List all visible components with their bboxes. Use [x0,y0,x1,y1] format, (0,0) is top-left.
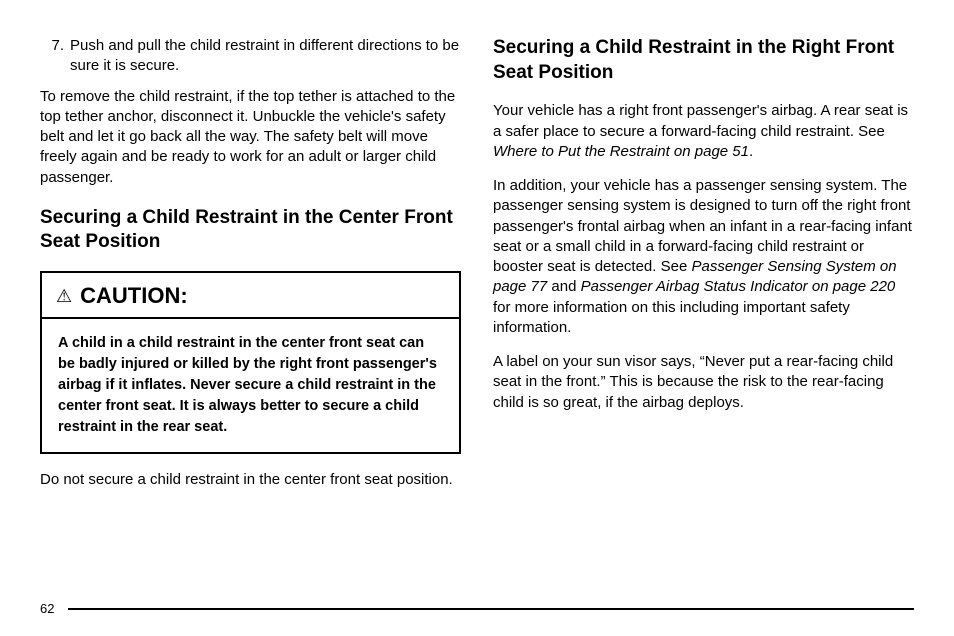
left-column: 7. Push and pull the child restraint in … [40,36,461,504]
ordered-list-item: 7. Push and pull the child restraint in … [40,36,461,77]
list-number: 7. [40,36,70,77]
caution-header: ⚠ CAUTION: [42,273,459,319]
cross-reference: Passenger Airbag Status Indicator on pag… [581,278,896,295]
body-paragraph: Do not secure a child restraint in the c… [40,470,461,490]
body-paragraph: A label on your sun visor says, “Never p… [493,352,914,413]
caution-title: CAUTION: [80,283,188,309]
text-run: . [749,143,753,160]
manual-page: 7. Push and pull the child restraint in … [0,0,954,636]
page-footer: 62 [40,601,914,616]
body-paragraph: In addition, your vehicle has a passenge… [493,176,914,338]
text-run: and [547,278,580,295]
text-run: Your vehicle has a right front passenger… [493,102,908,139]
section-heading-center-front: Securing a Child Restraint in the Center… [40,206,461,255]
caution-body: A child in a child restraint in the cent… [42,319,459,452]
footer-rule [68,608,914,610]
list-text: Push and pull the child restraint in dif… [70,36,461,77]
body-paragraph: Your vehicle has a right front passenger… [493,101,914,162]
caution-box: ⚠ CAUTION: A child in a child restraint … [40,271,461,454]
cross-reference: Where to Put the Restraint on page 51 [493,143,749,160]
right-column: Securing a Child Restraint in the Right … [493,36,914,504]
text-run: for more information on this including i… [493,299,850,336]
body-paragraph: To remove the child restraint, if the to… [40,87,461,188]
two-column-layout: 7. Push and pull the child restraint in … [40,36,914,504]
warning-triangle-icon: ⚠ [56,287,72,305]
page-number: 62 [40,601,54,616]
section-heading-right-front: Securing a Child Restraint in the Right … [493,36,914,85]
